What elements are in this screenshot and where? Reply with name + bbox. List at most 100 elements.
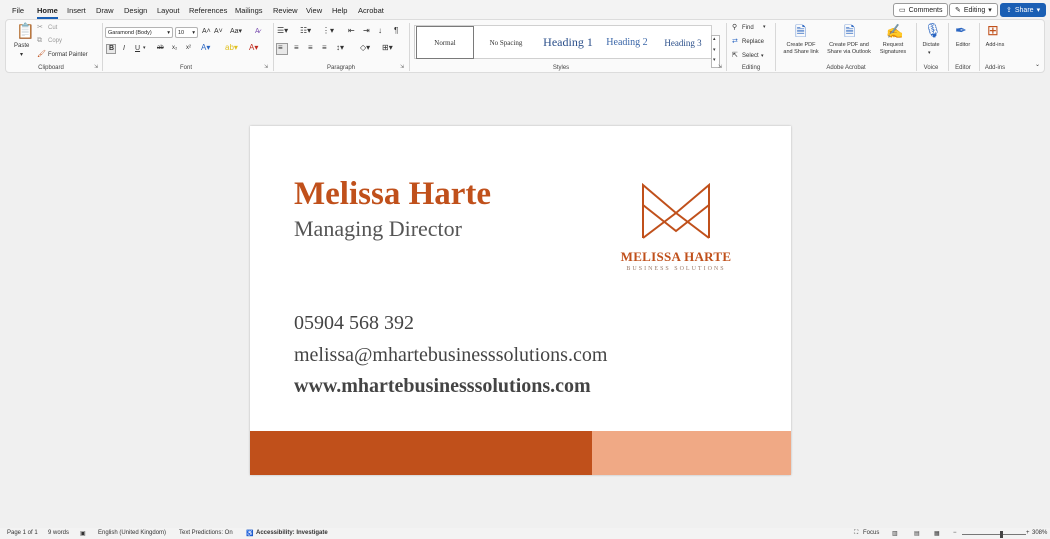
bold-icon[interactable]: B <box>109 45 114 52</box>
shrink-font-icon[interactable]: A˅ <box>214 28 223 35</box>
dialog-launcher-icon[interactable]: ⇲ <box>718 65 722 70</box>
accessibility-icon: ♿ <box>246 531 254 537</box>
highlight-icon[interactable]: ab▾ <box>225 44 238 52</box>
subscript-icon[interactable]: x₂ <box>172 45 177 51</box>
shading-icon[interactable]: ◇▾ <box>360 44 370 52</box>
create-pdf-icon[interactable]: 🗎 <box>795 24 806 38</box>
dialog-launcher-icon[interactable]: ⇲ <box>94 65 98 70</box>
tab-view[interactable]: View <box>306 6 322 15</box>
chevron-up-icon[interactable]: ▴ <box>713 37 716 42</box>
replace-button[interactable]: Replace <box>742 39 764 45</box>
zoom-level[interactable]: 308% <box>1032 530 1047 536</box>
comments-button[interactable]: ▭ Comments <box>893 3 949 17</box>
decrease-indent-icon[interactable]: ⇤ <box>348 27 355 35</box>
format-painter-button[interactable]: Format Painter <box>48 52 88 58</box>
chevron-down-icon[interactable]: ▾ <box>928 51 931 56</box>
style-no-spacing[interactable]: No Spacing <box>477 26 535 59</box>
strikethrough-icon[interactable]: ab <box>157 45 164 51</box>
tab-layout[interactable]: Layout <box>157 6 180 15</box>
print-layout-icon[interactable]: ▤ <box>914 530 920 537</box>
web-layout-icon[interactable]: ▦ <box>934 530 940 537</box>
font-color-icon[interactable]: A▾ <box>249 44 258 52</box>
editing-mode-button[interactable]: ✎ Editing ▾ <box>949 3 998 17</box>
chevron-down-icon[interactable]: ▾ <box>713 48 716 53</box>
word-count[interactable]: 9 words <box>48 530 69 536</box>
bullets-icon[interactable]: ☰▾ <box>277 27 288 35</box>
share-outlook-icon[interactable]: 🗎 <box>844 24 855 38</box>
style-heading-2[interactable]: Heading 2 <box>599 26 655 59</box>
italic-icon[interactable]: I <box>123 45 125 52</box>
more-styles-icon[interactable]: ▾ <box>713 58 716 63</box>
tab-references[interactable]: References <box>189 6 227 15</box>
align-center-icon[interactable]: ≡ <box>294 44 299 52</box>
dialog-launcher-icon[interactable]: ⇲ <box>264 65 268 70</box>
create-pdf-button[interactable]: Create PDF and Share link <box>779 42 823 57</box>
tab-file[interactable]: File <box>12 6 24 15</box>
share-label: Share <box>1014 6 1034 14</box>
style-heading-1[interactable]: Heading 1 <box>537 26 599 59</box>
style-heading-3[interactable]: Heading 3 <box>655 26 711 59</box>
share-outlook-button[interactable]: Create PDF and Share via Outlook <box>824 42 874 57</box>
align-left-icon[interactable]: ≡ <box>278 44 283 52</box>
request-signatures-button[interactable]: Request Signatures <box>876 42 910 57</box>
proofing-icon[interactable]: ▣ <box>80 530 86 537</box>
tab-review[interactable]: Review <box>273 6 298 15</box>
cut-button[interactable]: Cut <box>48 25 57 31</box>
share-button[interactable]: ⇪ Share ▾ <box>1000 3 1047 17</box>
font-name-select[interactable]: Garamond (Body) ▾ <box>105 27 173 38</box>
tab-draw[interactable]: Draw <box>96 6 114 15</box>
change-case-icon[interactable]: Aa▾ <box>230 28 242 35</box>
tab-home[interactable]: Home <box>37 6 58 19</box>
underline-icon[interactable]: U <box>135 45 140 52</box>
editor-button[interactable]: Editor <box>950 42 976 49</box>
text-effects-icon[interactable]: A▾ <box>201 44 210 52</box>
numbering-icon[interactable]: ☷▾ <box>300 27 311 35</box>
page-count[interactable]: Page 1 of 1 <box>7 530 38 536</box>
copy-button[interactable]: Copy <box>48 38 62 44</box>
text-predictions[interactable]: Text Predictions: On <box>179 530 233 536</box>
zoom-slider[interactable] <box>962 534 1026 535</box>
line-spacing-icon[interactable]: ↕▾ <box>336 44 344 52</box>
chevron-down-icon[interactable]: ▾ <box>761 54 764 59</box>
borders-icon[interactable]: ⊞▾ <box>382 44 393 52</box>
zoom-out-icon[interactable]: − <box>953 530 957 536</box>
font-size-select[interactable]: 10 ▾ <box>175 27 198 38</box>
document-page[interactable]: Melissa Harte Managing Director MELISSA … <box>250 126 791 475</box>
justify-icon[interactable]: ≡ <box>322 44 327 52</box>
zoom-slider-thumb[interactable] <box>1000 531 1003 538</box>
addins-button[interactable]: Add-ins <box>982 42 1008 49</box>
paste-button[interactable]: Paste <box>14 43 29 49</box>
tab-mailings[interactable]: Mailings <box>235 6 263 15</box>
multilevel-list-icon[interactable]: ⋮▾ <box>322 27 334 35</box>
paste-icon[interactable]: 📋 <box>16 24 35 39</box>
addins-icon[interactable]: ⊞ <box>987 23 999 37</box>
select-button[interactable]: Select <box>742 53 759 59</box>
superscript-icon[interactable]: x² <box>186 45 191 51</box>
zoom-in-icon[interactable]: + <box>1026 530 1030 536</box>
microphone-icon[interactable]: 🎙 <box>924 23 942 37</box>
editor-icon[interactable]: ✒ <box>955 23 967 37</box>
signature-icon[interactable]: ✍ <box>886 24 903 38</box>
chevron-down-icon[interactable]: ▾ <box>20 52 23 58</box>
read-mode-icon[interactable]: ▥ <box>892 530 898 537</box>
tab-help[interactable]: Help <box>332 6 347 15</box>
clear-formatting-icon[interactable]: A̷ <box>255 28 260 35</box>
sort-icon[interactable]: ↓ <box>378 27 382 35</box>
pilcrow-icon[interactable]: ¶ <box>394 27 398 35</box>
tab-insert[interactable]: Insert <box>67 6 86 15</box>
grow-font-icon[interactable]: A˄ <box>202 28 211 35</box>
dictate-button[interactable]: Dictate <box>918 42 944 49</box>
chevron-down-icon[interactable]: ▾ <box>763 25 766 30</box>
tab-design[interactable]: Design <box>124 6 147 15</box>
tab-acrobat[interactable]: Acrobat <box>358 6 384 15</box>
align-right-icon[interactable]: ≡ <box>308 44 313 52</box>
language[interactable]: English (United Kingdom) <box>98 530 166 536</box>
focus-button[interactable]: Focus <box>863 530 879 536</box>
find-button[interactable]: Find <box>742 25 754 31</box>
increase-indent-icon[interactable]: ⇥ <box>363 27 370 35</box>
accessibility-status[interactable]: Accessibility: Investigate <box>256 530 328 536</box>
collapse-ribbon-icon[interactable]: ⌄ <box>1035 62 1040 68</box>
chevron-down-icon[interactable]: ▾ <box>143 46 146 51</box>
dialog-launcher-icon[interactable]: ⇲ <box>400 65 404 70</box>
style-normal[interactable]: Normal <box>416 26 474 59</box>
